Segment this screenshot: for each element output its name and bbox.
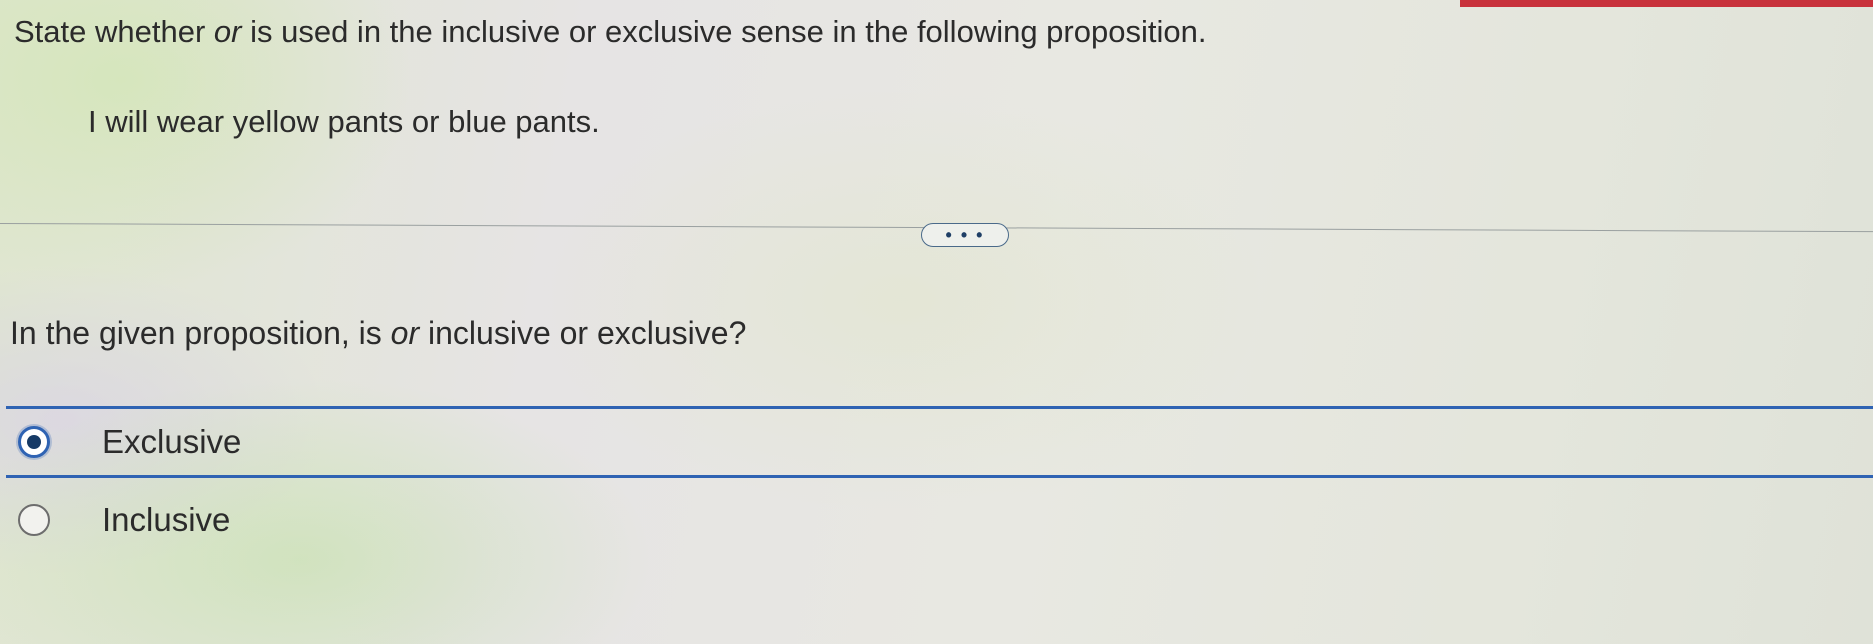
expand-more-button[interactable]: • • • (921, 223, 1009, 247)
ellipsis-icon: • • • (945, 225, 985, 245)
question-text-after: inclusive or exclusive? (419, 315, 747, 351)
option-label-inclusive: Inclusive (102, 501, 231, 538)
question-text-before: In the given proposition, is (10, 315, 391, 351)
prompt-keyword: or (213, 14, 242, 49)
top-accent-bar (1460, 0, 1873, 7)
question-keyword: or (390, 315, 420, 351)
option-inclusive[interactable]: Inclusive (6, 484, 1873, 556)
question-text: In the given proposition, is or inclusiv… (10, 315, 746, 352)
prompt-text-before: State whether (14, 14, 214, 49)
prompt-text-after: is used in the inclusive or exclusive se… (241, 14, 1207, 49)
option-exclusive[interactable]: Exclusive (6, 406, 1873, 478)
proposition-text: I will wear yellow pants or blue pants. (88, 104, 600, 139)
option-label-exclusive: Exclusive (102, 423, 242, 460)
radio-unselected-icon[interactable] (18, 504, 50, 536)
question-prompt: State whether or is used in the inclusiv… (14, 14, 1206, 50)
radio-selected-icon[interactable] (18, 426, 50, 458)
